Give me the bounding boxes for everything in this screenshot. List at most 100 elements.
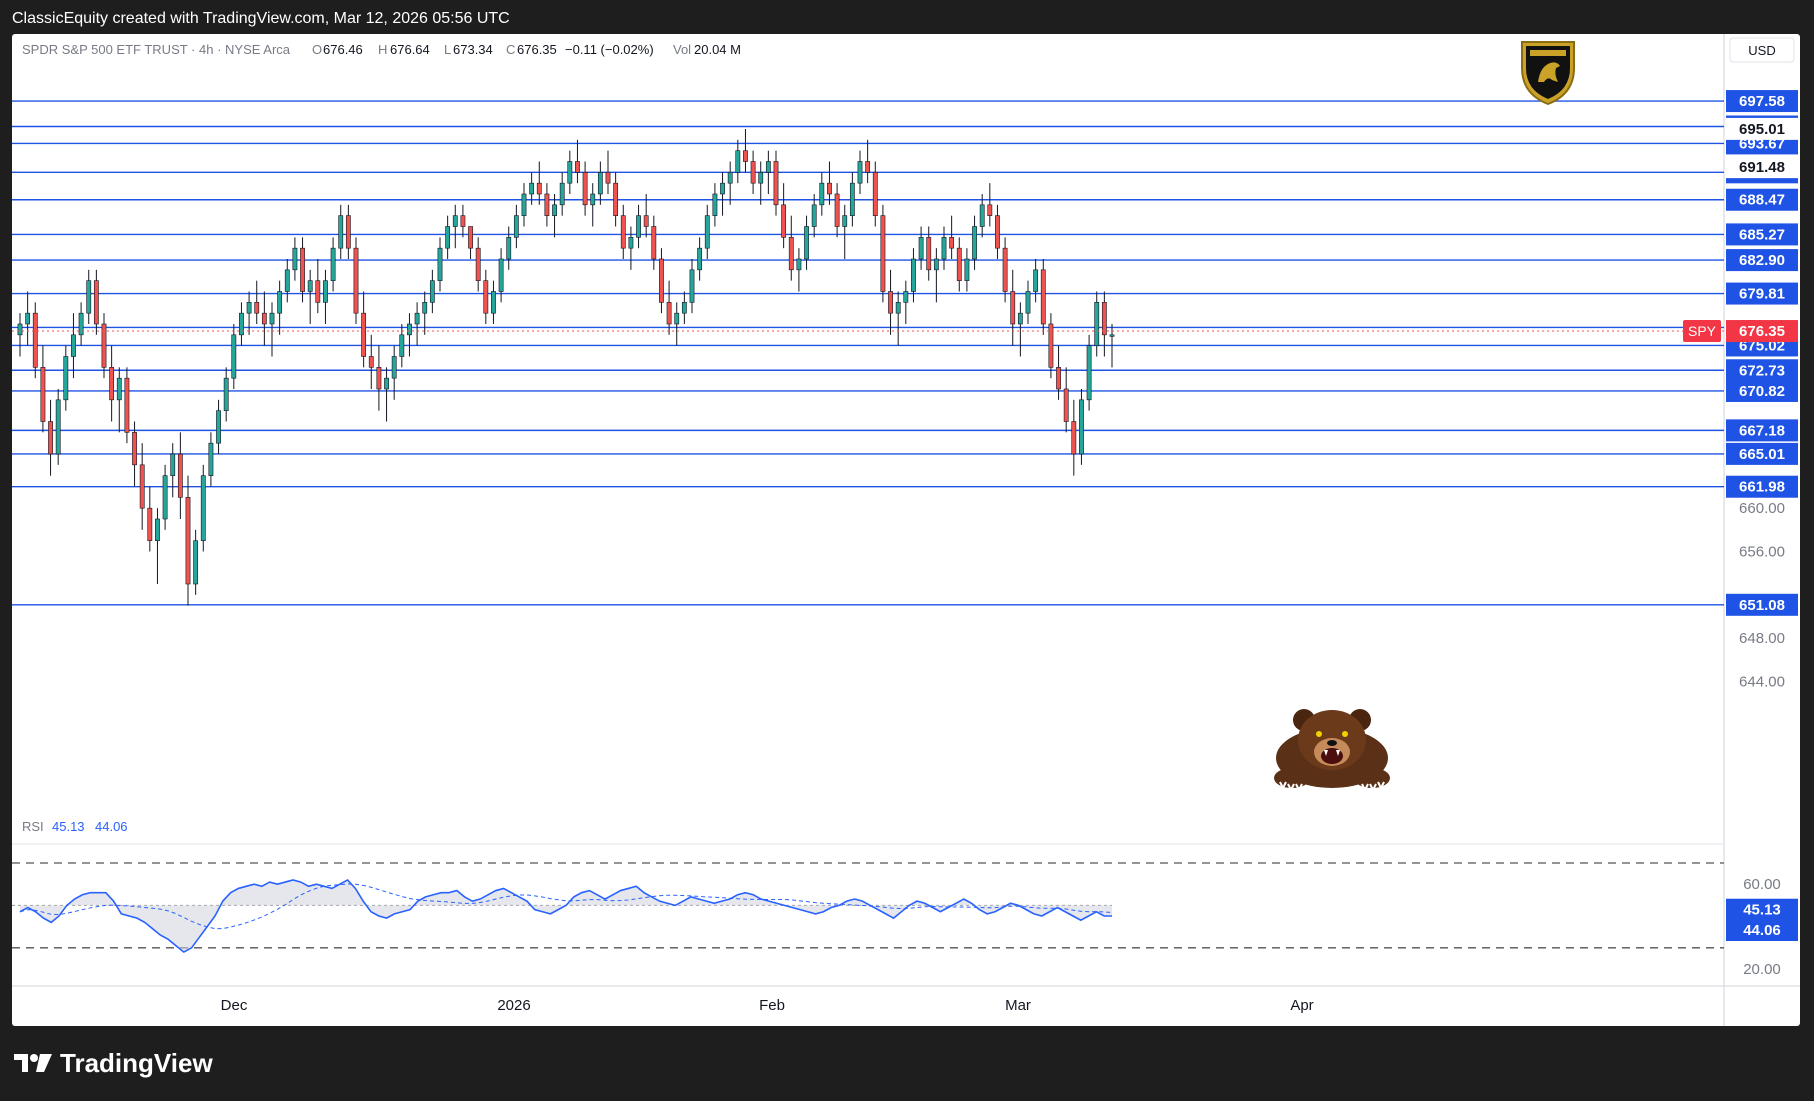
candle-body (139, 464, 145, 509)
candle-body (918, 237, 924, 260)
candle-body (330, 247, 336, 281)
candle-body (903, 291, 909, 303)
candle-body (1025, 291, 1031, 314)
candle-body (552, 204, 557, 216)
low-label: L (444, 42, 451, 57)
candle-body (972, 226, 977, 260)
candle-body (849, 182, 855, 216)
price-tick-label: 648.00 (1739, 630, 1785, 647)
candle-body (880, 215, 886, 292)
time-tick-label: Feb (759, 997, 785, 1014)
high-value: 676.64 (390, 42, 430, 57)
candle-body (720, 182, 725, 195)
candle-body (376, 367, 382, 390)
candle-body (941, 237, 947, 260)
candle-body (475, 247, 481, 281)
candle-body (521, 193, 527, 216)
candle-body (750, 161, 756, 184)
price-level-label: 682.90 (1739, 252, 1785, 269)
open-value: 676.46 (323, 42, 363, 57)
candle-body (1109, 334, 1115, 337)
candle-body (429, 280, 435, 303)
close-label: C (506, 42, 515, 57)
candle-body (307, 280, 313, 292)
candle-body (40, 367, 46, 422)
price-level-label: 651.08 (1739, 597, 1785, 614)
candle-body (842, 215, 848, 227)
time-tick-label: Apr (1290, 997, 1313, 1014)
candlestick-chart[interactable]: 60.00 20.00 45.13 44.06 SPDR S&P 500 ETF TR… (12, 34, 1800, 1026)
candle-body (468, 226, 473, 249)
candle-body (544, 193, 550, 216)
candle-body (1002, 247, 1008, 292)
candle-body (78, 312, 84, 336)
candle-body (101, 323, 107, 368)
candle-body (1101, 302, 1107, 336)
candle-body (353, 247, 359, 314)
rsi-tick-label: 60.00 (1743, 876, 1781, 893)
candle-body (712, 193, 718, 216)
candle-body (567, 161, 573, 184)
candle-body (529, 182, 535, 195)
candle-body (995, 215, 1000, 249)
candle-body (735, 150, 741, 173)
change-value: −0.11 (−0.02%) (565, 42, 654, 57)
rsi-value-badge-text: 45.13 (1743, 902, 1781, 919)
candle-body (254, 302, 260, 314)
candle-body (819, 182, 825, 206)
candle-body (1048, 323, 1054, 368)
candle-body (575, 161, 580, 173)
candle-body (345, 215, 351, 249)
price-level-label: 661.98 (1739, 479, 1785, 496)
candle-body (1063, 388, 1069, 422)
rsi-value: 45.13 (52, 819, 85, 834)
tradingview-logo-icon (14, 1054, 52, 1072)
candle-body (949, 237, 955, 249)
low-value: 673.34 (453, 42, 493, 57)
candle-body (613, 182, 619, 216)
candle-body (147, 507, 153, 541)
candle-body (865, 161, 871, 173)
rsi-fill (20, 879, 1112, 953)
candle-body (811, 204, 817, 227)
candle-body (109, 367, 115, 401)
candle-body (86, 280, 92, 314)
chart-panel[interactable]: 60.00 20.00 45.13 44.06 SPDR S&P 500 ETF TR… (12, 34, 1800, 1026)
candle-body (857, 161, 863, 184)
price-level-label: 672.73 (1739, 362, 1785, 379)
candles (17, 129, 1115, 606)
candle-body (231, 334, 237, 379)
vol-label: Vol (673, 42, 691, 57)
candle-body (956, 247, 962, 281)
candle-body (1071, 421, 1077, 455)
candle-body (895, 302, 901, 314)
candle-body (536, 182, 542, 195)
candle-body (872, 172, 878, 216)
candle-body (674, 312, 680, 325)
price-level-label: 679.81 (1739, 286, 1785, 303)
candle-body (827, 182, 832, 195)
lamborghini-logo-icon (1521, 41, 1575, 106)
candle-body (765, 161, 771, 173)
price-level-label: 667.18 (1739, 422, 1785, 439)
candle-body (559, 182, 565, 206)
candle-body (261, 312, 267, 325)
candle-body (223, 377, 229, 411)
price-level-label: 697.58 (1739, 93, 1785, 110)
candle-body (979, 204, 985, 227)
price-tick-label: 644.00 (1739, 674, 1785, 691)
candle-body (399, 334, 405, 357)
candle-body (25, 312, 31, 325)
candle-body (888, 291, 893, 314)
candle-body (483, 280, 489, 314)
candle-body (292, 247, 298, 271)
time-tick-label: Mar (1005, 997, 1031, 1014)
time-axis[interactable]: Dec 2026 Feb Mar Apr (221, 997, 1314, 1014)
candle-body (32, 312, 38, 368)
candle-body (422, 302, 428, 314)
candle-body (804, 226, 809, 260)
candle-body (1010, 291, 1016, 325)
candle-body (933, 258, 939, 271)
close-value: 676.35 (517, 42, 557, 57)
candle-body (300, 247, 305, 292)
